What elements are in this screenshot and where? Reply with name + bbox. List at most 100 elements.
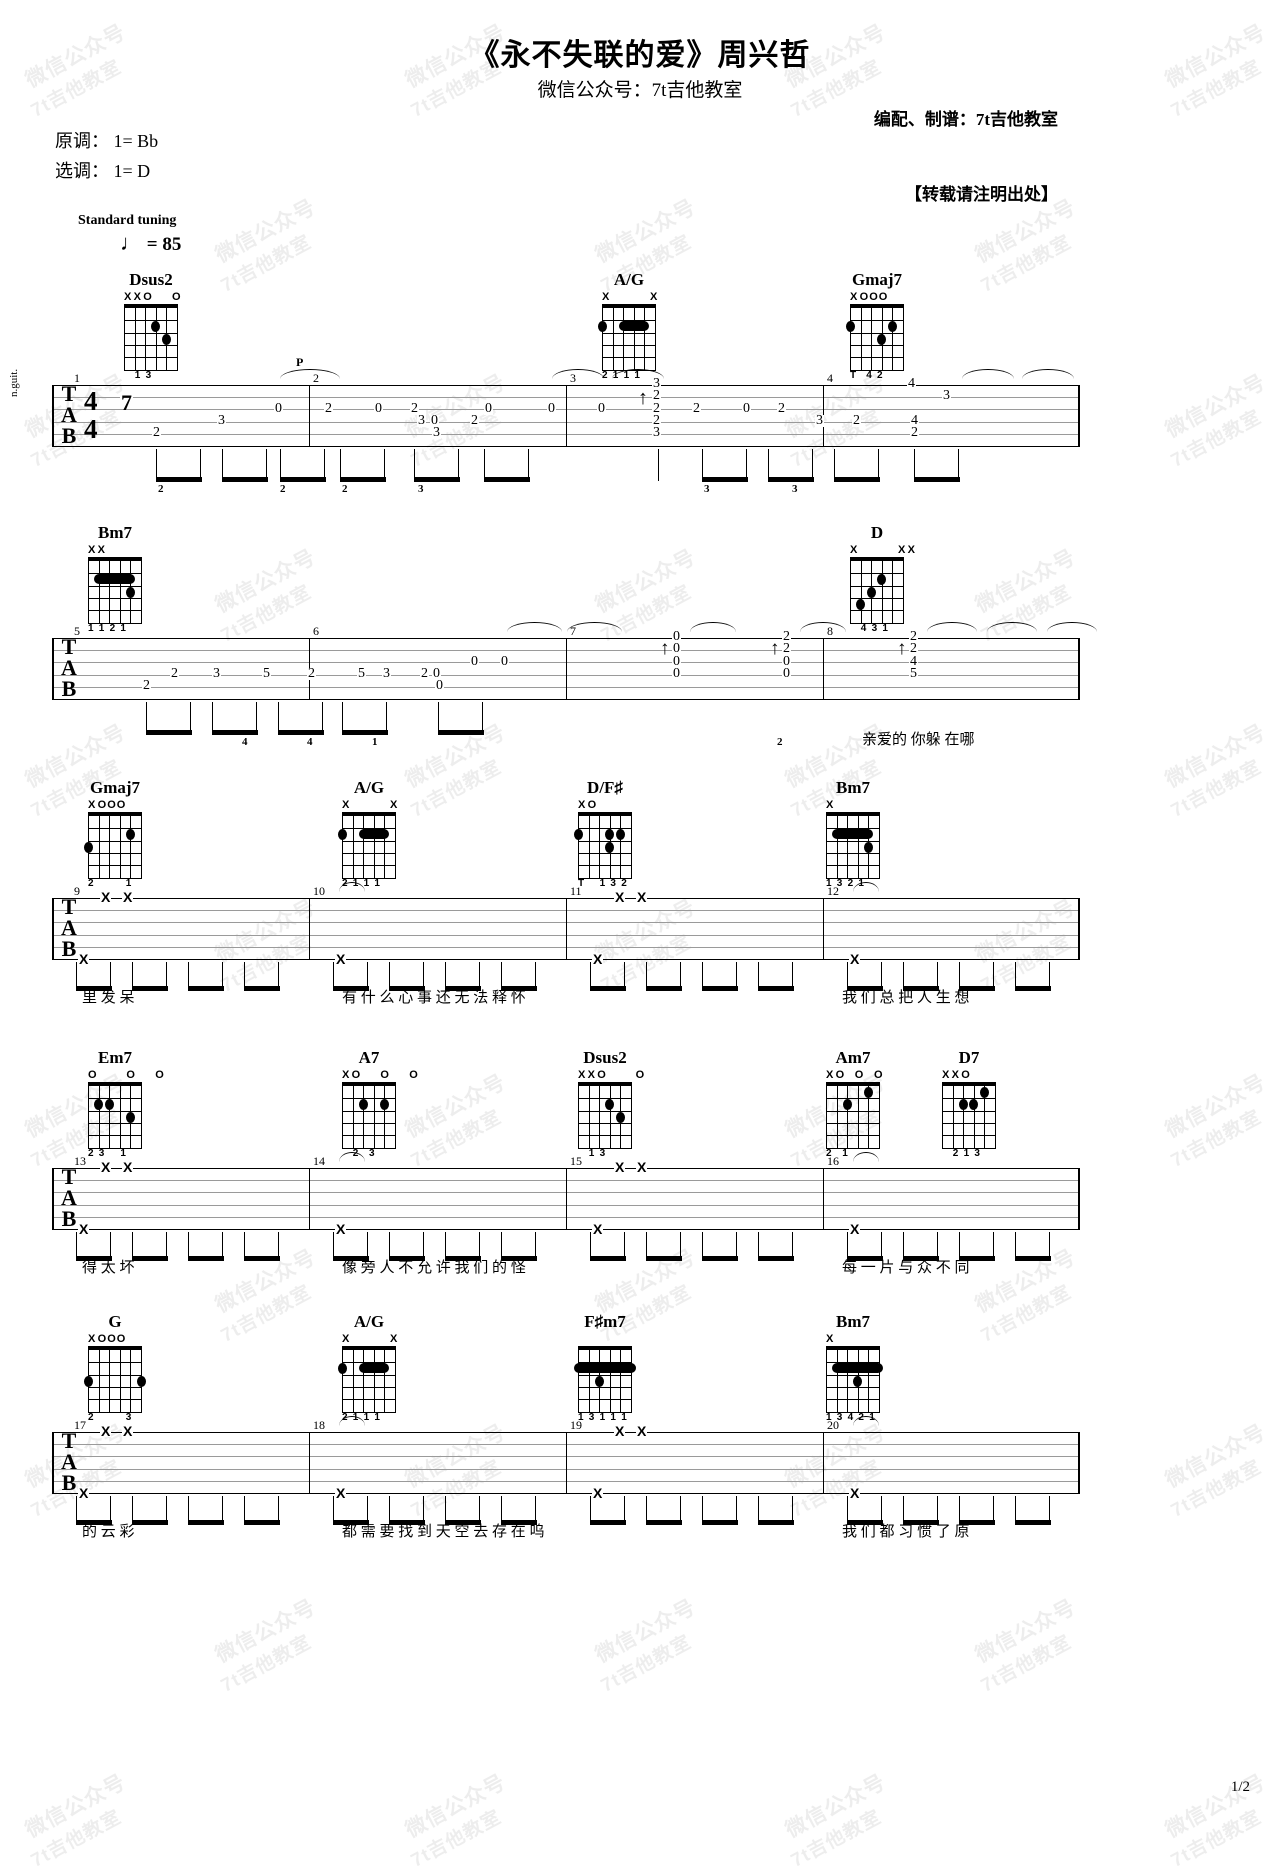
chord-fret-line — [826, 1110, 880, 1112]
chord-fingering-number: 1 — [352, 1412, 359, 1423]
chord-barre — [832, 1363, 884, 1374]
chord-fret-line — [88, 597, 142, 599]
chord-string-line — [373, 816, 375, 878]
staff-end-barline — [1078, 385, 1080, 447]
staff-system-1: T A B 1 2 3 4 4 4 7 2 3 0 2 0 3 2 P 2 0 3 0 0 0 ↑ 2 2 2 3 3 2 0 2 3 2 4 4 2 3 n… — [8, 355, 1080, 495]
page-title: 《永不失联的爱》周兴哲 — [469, 39, 811, 72]
chord-string-line — [373, 1350, 375, 1412]
chord-name: D — [870, 523, 884, 542]
chord-string-line — [871, 308, 873, 370]
chord-name: A/G — [353, 1312, 385, 1331]
chord-string-line — [352, 1350, 354, 1412]
tempo-value: = 85 — [146, 234, 182, 255]
chord-fret-line — [578, 840, 632, 842]
chord-fingering-number: 3 — [125, 1412, 132, 1423]
chord-string-line — [98, 1086, 100, 1148]
chord-fingering-number: 2 — [826, 1148, 832, 1159]
open-string-icon: O — [97, 799, 107, 811]
chord-string-line — [879, 816, 880, 878]
chord-finger-dot — [615, 1111, 625, 1123]
chord-fingering-number: 1 — [599, 878, 606, 889]
chord-diagram-Dsus2: Dsus2 X X O O 1 3 — [112, 270, 190, 383]
watermark-text: 微信公众号 — [211, 1595, 320, 1668]
lyrics-line: 的 云 彩都 需 要 找 到 天 空 去 存 在 呜我 们 都 习 惯 了 原 — [52, 1520, 1080, 1542]
chord-string-line — [134, 308, 136, 370]
tab-note: 0 — [782, 665, 791, 681]
tab-mute-note: X — [592, 950, 604, 967]
watermark-text: 7t吉他教室 — [787, 1806, 885, 1872]
chord-diagram-A7: A7 X O O O 2 3 — [330, 1048, 418, 1161]
chord-nut — [826, 1346, 880, 1350]
chord-name: A/G — [353, 778, 385, 797]
chord-fingering-row: 13 — [124, 371, 178, 383]
chord-fingering-number: 4 — [847, 1412, 854, 1423]
chord-finger-dot — [845, 321, 855, 333]
tab-mute-note: X — [78, 1220, 90, 1237]
chord-string-line — [145, 308, 147, 370]
chord-string-line — [836, 1086, 838, 1148]
chord-fretboard — [826, 1082, 880, 1149]
chord-string-line — [141, 561, 142, 623]
chord-string-line — [395, 1350, 396, 1412]
measure-barline — [823, 1432, 825, 1494]
watermark-text: 7t吉他教室 — [977, 1631, 1075, 1697]
selected-key-label: 选调： — [55, 161, 109, 181]
watermark-text: 7t吉他教室 — [407, 1106, 505, 1172]
chord-fingering-row: 2111 — [342, 879, 396, 891]
chord-string-line — [857, 1086, 859, 1148]
tab-clef-letter: A — [61, 915, 77, 940]
chord-string-line — [88, 1086, 89, 1148]
chord-open-mute-marks: XXX — [838, 545, 916, 557]
tab-note: 5 — [357, 665, 366, 681]
tab-note: 0 — [547, 400, 556, 416]
open-string-icon: O — [143, 291, 152, 303]
chord-diagram-Gmaj7: Gmaj7 X O O O T 4 2 — [838, 270, 916, 383]
chord-string-line — [98, 816, 100, 878]
mute-string-icon: X — [124, 291, 132, 303]
tab-mute-note: X — [78, 950, 90, 967]
chord-barre — [358, 1363, 389, 1374]
measure-barline — [823, 638, 825, 700]
tab-clef-letter: A — [61, 655, 77, 680]
chord-finger-dot — [594, 1375, 604, 1387]
mute-string-icon: X — [602, 291, 610, 303]
tie-slur — [962, 369, 1014, 379]
chord-fingering-number: T — [578, 878, 585, 889]
tab-note: 3 — [815, 412, 824, 428]
chord-finger-dot — [161, 333, 171, 345]
chord-name: Bm7 — [836, 1312, 870, 1331]
chord-fingering-number: 1 — [612, 370, 619, 381]
chord-fret-line — [826, 865, 880, 867]
chord-fingering-number: 2 — [109, 623, 116, 634]
tab-clef-letter: T — [61, 1164, 77, 1189]
chord-open-mute-marks: XO — [566, 800, 644, 812]
open-string-icon: O — [835, 1069, 845, 1081]
measure-number: 1 — [74, 371, 80, 385]
chord-diagram-Fm7: F♯m7 1 3 1 1 1 — [566, 1312, 644, 1425]
chord-barre — [94, 574, 135, 585]
chord-open-mute-marks: X — [814, 1334, 892, 1346]
chord-fingering-number: 1 — [858, 878, 864, 889]
tie-slur — [280, 369, 340, 379]
chord-string-line — [836, 1350, 838, 1412]
chord-fingering-number: 1 — [599, 1412, 606, 1423]
chord-fingering-number: 1 — [374, 1412, 380, 1423]
chord-fret-line — [826, 1386, 880, 1388]
staff-system-4: T A B 13 14 15 16 X X X X X X X X — [52, 1152, 1080, 1261]
tab-staff: T A B 9 10 11 12 X X X X X X X X — [52, 882, 1080, 966]
watermark-text: 微信公众号 — [1161, 1420, 1270, 1493]
chord-diagram-Bm7: Bm7 X X 1 1 2 1 — [76, 523, 154, 636]
lyric-text: 亲爱的 你躲 在哪 — [862, 732, 975, 748]
mute-string-icon: X — [587, 1069, 595, 1081]
chord-fret-line — [602, 332, 656, 334]
tie-slur — [927, 622, 977, 632]
chord-fingering-number: 2 — [602, 370, 608, 381]
tab-note: 0 — [672, 665, 681, 681]
chord-finger-dot — [605, 841, 615, 853]
chord-fretboard — [573, 812, 632, 879]
tab-note: 2 — [410, 400, 419, 416]
chord-fingering-number: 1 — [826, 878, 832, 889]
chord-barre — [618, 321, 649, 332]
chord-fretboard — [83, 1346, 146, 1413]
chord-string-line — [860, 561, 862, 623]
